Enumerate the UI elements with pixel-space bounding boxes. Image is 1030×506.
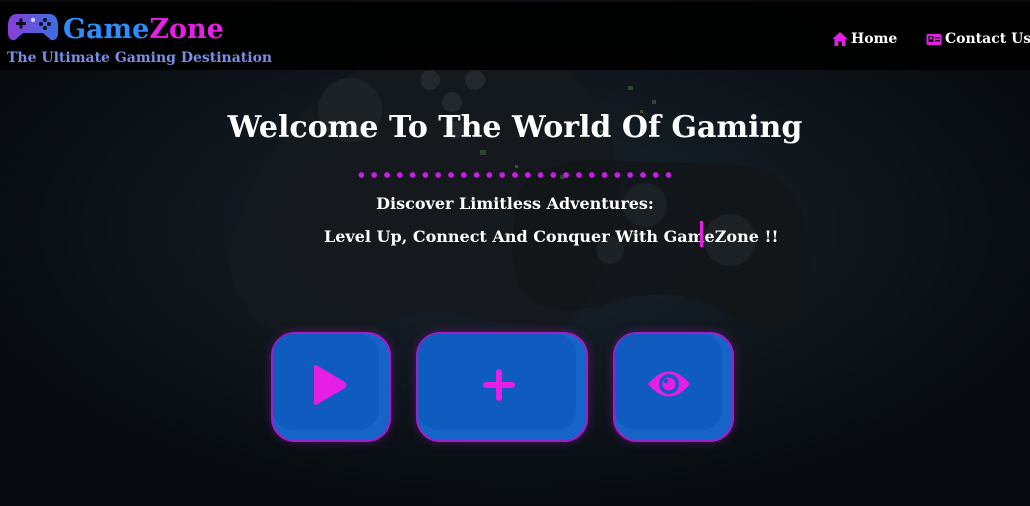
add-button[interactable] — [416, 332, 588, 442]
eye-icon — [648, 371, 690, 397]
home-icon — [832, 31, 848, 47]
nav-home-link[interactable]: Home — [832, 29, 897, 49]
brand-name[interactable]: GameZone — [63, 13, 224, 47]
navbar: GameZone The Ultimate Gaming Destination… — [0, 2, 1030, 70]
nav-contact-label: Contact Us — [945, 31, 1030, 47]
nav-contact-link[interactable]: Contact Us — [926, 29, 1030, 49]
brand-name-part2: Zone — [149, 14, 224, 45]
brand-name-part1: Game — [63, 14, 150, 45]
nav-home-label: Home — [851, 31, 898, 47]
play-icon — [314, 365, 347, 405]
view-button[interactable] — [613, 332, 734, 442]
plus-icon — [483, 369, 515, 401]
brand-tagline: The Ultimate Gaming Destination — [7, 50, 273, 66]
typed-text: Level Up, Connect And Conquer With GameZ… — [324, 227, 779, 246]
id-card-icon — [926, 31, 942, 47]
play-button[interactable] — [271, 332, 391, 442]
hero-title: Welcome To The World Of Gaming — [227, 110, 803, 145]
dotted-divider — [355, 172, 675, 178]
gamepad-icon[interactable] — [7, 10, 59, 42]
typing-cursor — [700, 221, 703, 247]
hero-subtitle: Discover Limitless Adventures: — [376, 194, 654, 213]
